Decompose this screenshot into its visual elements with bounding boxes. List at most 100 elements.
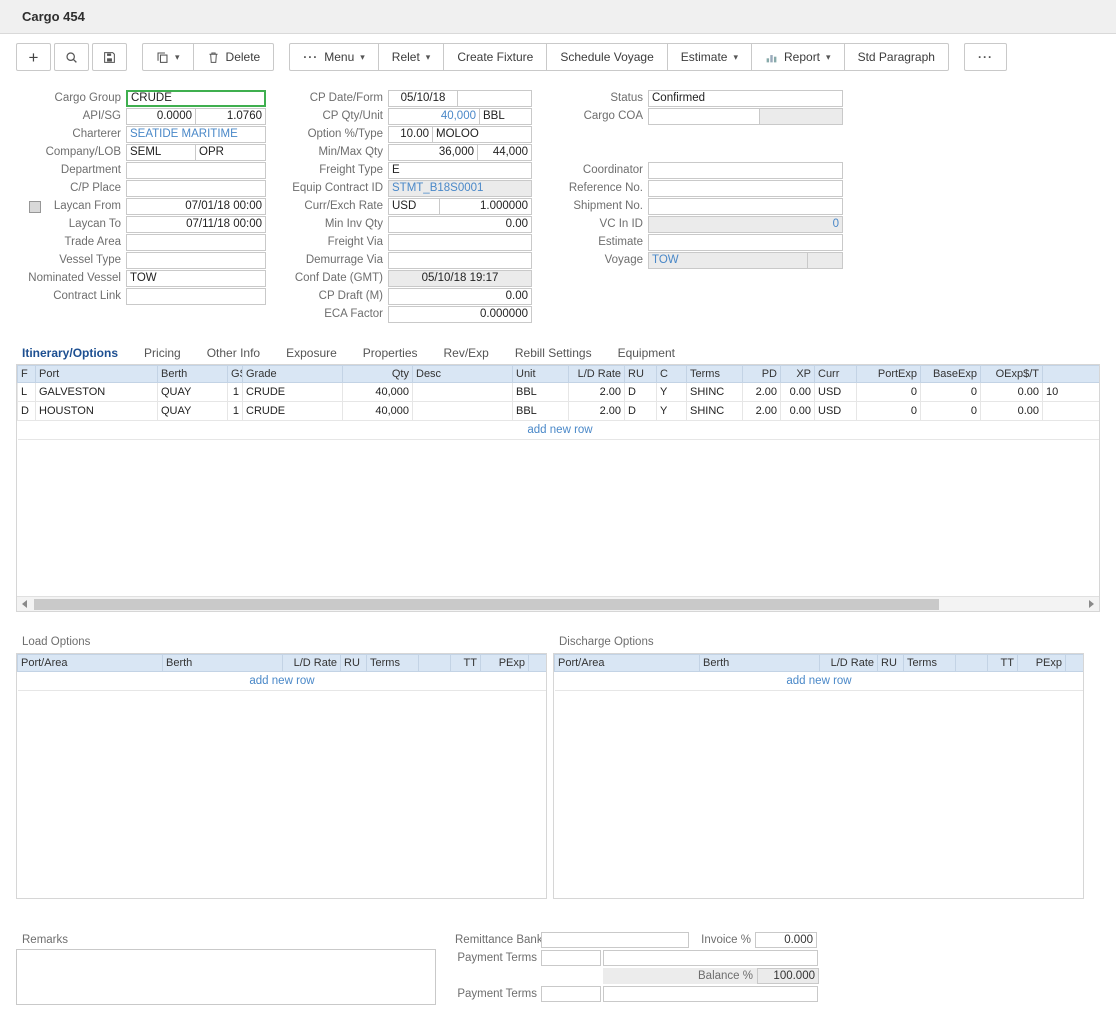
- cell[interactable]: USD: [815, 383, 857, 402]
- new-button[interactable]: +: [16, 43, 51, 71]
- cell[interactable]: SHINC: [687, 383, 743, 402]
- laycan-from-field[interactable]: 07/01/18 00:00: [126, 198, 266, 215]
- save-button[interactable]: [92, 43, 127, 71]
- payment-terms-2-code-field[interactable]: [541, 986, 601, 1002]
- cell[interactable]: Y: [657, 402, 687, 421]
- cargo-coa-field[interactable]: [648, 108, 760, 125]
- freight-type-field[interactable]: E: [388, 162, 532, 179]
- eca-factor-field[interactable]: 0.000000: [388, 306, 532, 323]
- cell[interactable]: [413, 402, 513, 421]
- cell[interactable]: SHINC: [687, 402, 743, 421]
- cp-place-field[interactable]: [126, 180, 266, 197]
- payment-terms-2-desc-field[interactable]: [603, 986, 818, 1002]
- estimate-dropdown-button[interactable]: Estimate ▾: [667, 43, 752, 71]
- relet-dropdown-button[interactable]: Relet ▾: [378, 43, 445, 71]
- laycan-alert-checkbox[interactable]: [29, 201, 41, 213]
- cell[interactable]: BBL: [513, 402, 569, 421]
- nominated-vessel-field[interactable]: TOW: [126, 270, 266, 287]
- cell[interactable]: GALVESTON: [36, 383, 158, 402]
- trade-area-field[interactable]: [126, 234, 266, 251]
- cell[interactable]: 10: [1043, 383, 1101, 402]
- cell[interactable]: [1043, 402, 1101, 421]
- sg-field[interactable]: 1.0760: [195, 108, 266, 125]
- tab-exposure[interactable]: Exposure: [286, 346, 337, 362]
- tab-pricing[interactable]: Pricing: [144, 346, 181, 362]
- schedule-voyage-button[interactable]: Schedule Voyage: [546, 43, 667, 71]
- scrollbar-thumb[interactable]: [34, 599, 939, 610]
- invoice-pct-field[interactable]: 0.000: [755, 932, 817, 948]
- horizontal-scrollbar[interactable]: [17, 596, 1099, 611]
- cell[interactable]: D: [625, 383, 657, 402]
- cell[interactable]: 1: [228, 383, 243, 402]
- equip-contract-id-field[interactable]: STMT_B18S0001: [388, 180, 532, 197]
- api-field[interactable]: 0.0000: [126, 108, 196, 125]
- cp-date-field[interactable]: 05/10/18: [388, 90, 458, 107]
- cell[interactable]: L: [18, 383, 36, 402]
- cell[interactable]: QUAY: [158, 383, 228, 402]
- tab-equipment[interactable]: Equipment: [618, 346, 675, 362]
- cell[interactable]: CRUDE: [243, 383, 343, 402]
- tab-rev-exp[interactable]: Rev/Exp: [444, 346, 489, 362]
- company-field[interactable]: SEML: [126, 144, 196, 161]
- menu-dropdown-button[interactable]: ··· Menu ▾: [289, 43, 379, 71]
- tab-rebill-settings[interactable]: Rebill Settings: [515, 346, 592, 362]
- cell[interactable]: 2.00: [743, 402, 781, 421]
- cell[interactable]: 40,000: [343, 383, 413, 402]
- cell[interactable]: CRUDE: [243, 402, 343, 421]
- remarks-input[interactable]: [16, 949, 436, 1005]
- scroll-left-button[interactable]: [17, 597, 32, 612]
- more-button[interactable]: ···: [964, 43, 1007, 71]
- scroll-right-button[interactable]: [1084, 597, 1099, 612]
- discharge-options-add-new-row-link[interactable]: add new row: [786, 675, 851, 687]
- reference-no-field[interactable]: [648, 180, 843, 197]
- cell[interactable]: 0.00: [781, 402, 815, 421]
- min-inv-qty-field[interactable]: 0.00: [388, 216, 532, 233]
- vc-in-id-field[interactable]: 0: [648, 216, 843, 233]
- currency-field[interactable]: USD: [388, 198, 440, 215]
- cp-form-field[interactable]: [457, 90, 532, 107]
- cell[interactable]: 0: [921, 383, 981, 402]
- cell[interactable]: QUAY: [158, 402, 228, 421]
- tab-properties[interactable]: Properties: [363, 346, 418, 362]
- vessel-type-field[interactable]: [126, 252, 266, 269]
- cell[interactable]: 2.00: [569, 383, 625, 402]
- option-pct-field[interactable]: 10.00: [388, 126, 433, 143]
- cell[interactable]: 1: [228, 402, 243, 421]
- itinerary-add-new-row-link[interactable]: add new row: [527, 424, 592, 436]
- cell[interactable]: D: [18, 402, 36, 421]
- cell[interactable]: 0.00: [981, 383, 1043, 402]
- cell[interactable]: 0: [857, 383, 921, 402]
- cell[interactable]: HOUSTON: [36, 402, 158, 421]
- cp-qty-field[interactable]: 40,000: [388, 108, 480, 125]
- report-dropdown-button[interactable]: Report ▾: [751, 43, 845, 71]
- delete-button[interactable]: Delete: [193, 43, 275, 71]
- contract-link-field[interactable]: [126, 288, 266, 305]
- cell[interactable]: 2.00: [743, 383, 781, 402]
- cargo-group-field[interactable]: CRUDE: [126, 90, 266, 107]
- search-button[interactable]: [54, 43, 89, 71]
- cp-draft-field[interactable]: 0.00: [388, 288, 532, 305]
- option-type-field[interactable]: MOLOO: [432, 126, 532, 143]
- min-qty-field[interactable]: 36,000: [388, 144, 478, 161]
- demurrage-via-field[interactable]: [388, 252, 532, 269]
- coordinator-field[interactable]: [648, 162, 843, 179]
- std-paragraph-button[interactable]: Std Paragraph: [844, 43, 949, 71]
- cell[interactable]: Y: [657, 383, 687, 402]
- load-options-add-new-row-link[interactable]: add new row: [249, 675, 314, 687]
- cell[interactable]: D: [625, 402, 657, 421]
- cell[interactable]: 0: [921, 402, 981, 421]
- charterer-field[interactable]: SEATIDE MARITIME: [126, 126, 266, 143]
- remittance-bank-field[interactable]: [541, 932, 689, 948]
- tab-other-info[interactable]: Other Info: [207, 346, 260, 362]
- freight-via-field[interactable]: [388, 234, 532, 251]
- lob-field[interactable]: OPR: [195, 144, 266, 161]
- tab-itinerary-options[interactable]: Itinerary/Options: [22, 346, 118, 362]
- itinerary-row[interactable]: D HOUSTON QUAY 1 CRUDE 40,000 BBL 2.00 D…: [18, 402, 1101, 421]
- cell[interactable]: 0.00: [781, 383, 815, 402]
- copy-dropdown-button[interactable]: ▾: [142, 43, 194, 71]
- create-fixture-button[interactable]: Create Fixture: [443, 43, 547, 71]
- cell[interactable]: 0.00: [981, 402, 1043, 421]
- cell[interactable]: 0: [857, 402, 921, 421]
- department-field[interactable]: [126, 162, 266, 179]
- itinerary-row[interactable]: L GALVESTON QUAY 1 CRUDE 40,000 BBL 2.00…: [18, 383, 1101, 402]
